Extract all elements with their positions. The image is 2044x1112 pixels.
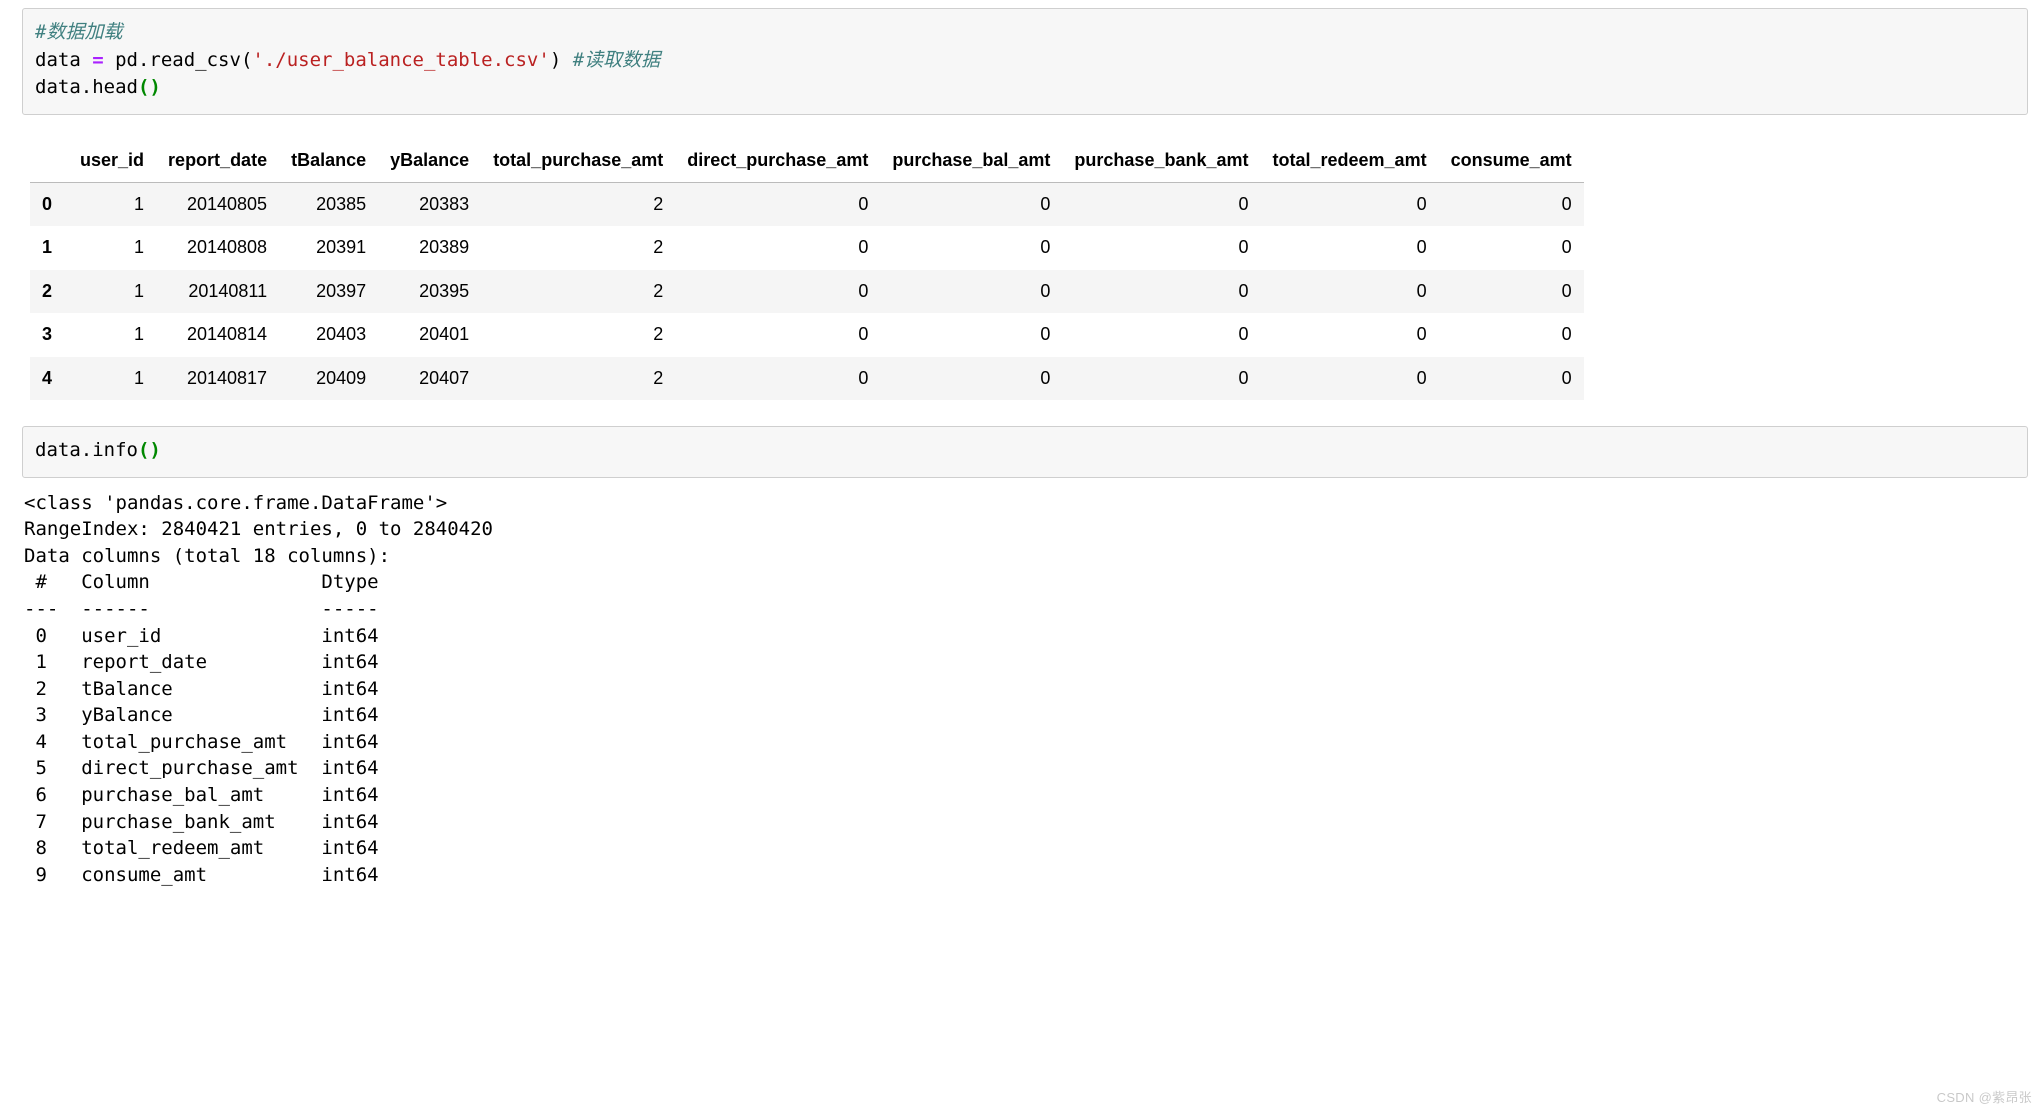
- cell: 0: [675, 270, 880, 313]
- cell: 0: [1261, 313, 1439, 356]
- cell: 0: [880, 183, 1062, 227]
- cell: 0: [1261, 357, 1439, 400]
- cell: 2: [481, 313, 675, 356]
- col-index: [30, 139, 68, 183]
- row-index: 2: [30, 270, 68, 313]
- cell: 0: [675, 226, 880, 269]
- info-pre: <class 'pandas.core.frame.DataFrame'> Ra…: [24, 490, 2028, 889]
- cell: 20397: [279, 270, 378, 313]
- cell: 1: [68, 183, 156, 227]
- cell: 1: [68, 226, 156, 269]
- table-row: 01201408052038520383200000: [30, 183, 1584, 227]
- cell: 20385: [279, 183, 378, 227]
- row-index: 1: [30, 226, 68, 269]
- cell: 0: [880, 226, 1062, 269]
- cell: 20391: [279, 226, 378, 269]
- cell: 20383: [378, 183, 481, 227]
- col-yBalance: yBalance: [378, 139, 481, 183]
- cell: 2: [481, 270, 675, 313]
- header-row: user_id report_date tBalance yBalance to…: [30, 139, 1584, 183]
- col-purchase_bal_amt: purchase_bal_amt: [880, 139, 1062, 183]
- cell: 0: [1261, 183, 1439, 227]
- cell: 0: [1062, 313, 1260, 356]
- col-purchase_bank_amt: purchase_bank_amt: [1062, 139, 1260, 183]
- cell: 0: [1439, 183, 1584, 227]
- code-cell-1: #数据加载 data = pd.read_csv('./user_balance…: [6, 8, 2044, 115]
- col-report_date: report_date: [156, 139, 279, 183]
- row-index: 0: [30, 183, 68, 227]
- cell: 0: [1062, 357, 1260, 400]
- cell: 20389: [378, 226, 481, 269]
- code-call: pd.read_csv: [104, 49, 241, 71]
- code-text: data.info: [35, 439, 138, 461]
- table-body: 0120140805203852038320000011201408082039…: [30, 183, 1584, 400]
- paren: (): [138, 76, 161, 98]
- code-operator: =: [92, 49, 103, 71]
- cell: 20407: [378, 357, 481, 400]
- code-input-area[interactable]: #数据加载 data = pd.read_csv('./user_balance…: [22, 8, 2028, 115]
- code-cell-2: data.info(): [6, 426, 2044, 478]
- cell: 0: [675, 183, 880, 227]
- cell: 0: [1062, 183, 1260, 227]
- cell: 2: [481, 357, 675, 400]
- col-consume_amt: consume_amt: [1439, 139, 1584, 183]
- col-total_redeem_amt: total_redeem_amt: [1261, 139, 1439, 183]
- col-total_purchase_amt: total_purchase_amt: [481, 139, 675, 183]
- cell: 20140817: [156, 357, 279, 400]
- dataframe-table: user_id report_date tBalance yBalance to…: [30, 139, 1584, 400]
- cell: 0: [880, 357, 1062, 400]
- cell: 0: [1261, 226, 1439, 269]
- table-row: 11201408082039120389200000: [30, 226, 1584, 269]
- col-tBalance: tBalance: [279, 139, 378, 183]
- table-head: user_id report_date tBalance yBalance to…: [30, 139, 1584, 183]
- cell: 2: [481, 226, 675, 269]
- code-string: './user_balance_table.csv': [252, 49, 549, 71]
- output-dataframe: user_id report_date tBalance yBalance to…: [22, 139, 2028, 400]
- cell: 20140808: [156, 226, 279, 269]
- table-row: 21201408112039720395200000: [30, 270, 1584, 313]
- cell: 20403: [279, 313, 378, 356]
- code-text: data.head: [35, 76, 138, 98]
- punct: (: [241, 49, 252, 71]
- cell: 20401: [378, 313, 481, 356]
- cell: 1: [68, 357, 156, 400]
- cell: 0: [880, 313, 1062, 356]
- row-index: 3: [30, 313, 68, 356]
- output-info: <class 'pandas.core.frame.DataFrame'> Ra…: [22, 490, 2028, 889]
- cell: 0: [675, 313, 880, 356]
- paren: (): [138, 439, 161, 461]
- code-comment: #读取数据: [561, 49, 660, 71]
- cell: 20140811: [156, 270, 279, 313]
- col-direct_purchase_amt: direct_purchase_amt: [675, 139, 880, 183]
- cell: 0: [675, 357, 880, 400]
- cell: 0: [880, 270, 1062, 313]
- cell: 0: [1062, 270, 1260, 313]
- cell: 1: [68, 313, 156, 356]
- cell: 0: [1439, 313, 1584, 356]
- cell: 20409: [279, 357, 378, 400]
- cell: 20140805: [156, 183, 279, 227]
- cell: 20395: [378, 270, 481, 313]
- cell: 0: [1062, 226, 1260, 269]
- table-row: 31201408142040320401200000: [30, 313, 1584, 356]
- code-input-area[interactable]: data.info(): [22, 426, 2028, 478]
- cell: 0: [1439, 226, 1584, 269]
- code-comment: #数据加载: [35, 21, 122, 43]
- cell: 20140814: [156, 313, 279, 356]
- cell: 2: [481, 183, 675, 227]
- cell: 0: [1261, 270, 1439, 313]
- code-text: data: [35, 49, 92, 71]
- cell: 1: [68, 270, 156, 313]
- notebook-container: #数据加载 data = pd.read_csv('./user_balance…: [0, 0, 2044, 904]
- cell: 0: [1439, 270, 1584, 313]
- watermark: CSDN @紫昂张: [1937, 1087, 2032, 1106]
- col-user_id: user_id: [68, 139, 156, 183]
- row-index: 4: [30, 357, 68, 400]
- cell: 0: [1439, 357, 1584, 400]
- table-row: 41201408172040920407200000: [30, 357, 1584, 400]
- punct: ): [550, 49, 561, 71]
